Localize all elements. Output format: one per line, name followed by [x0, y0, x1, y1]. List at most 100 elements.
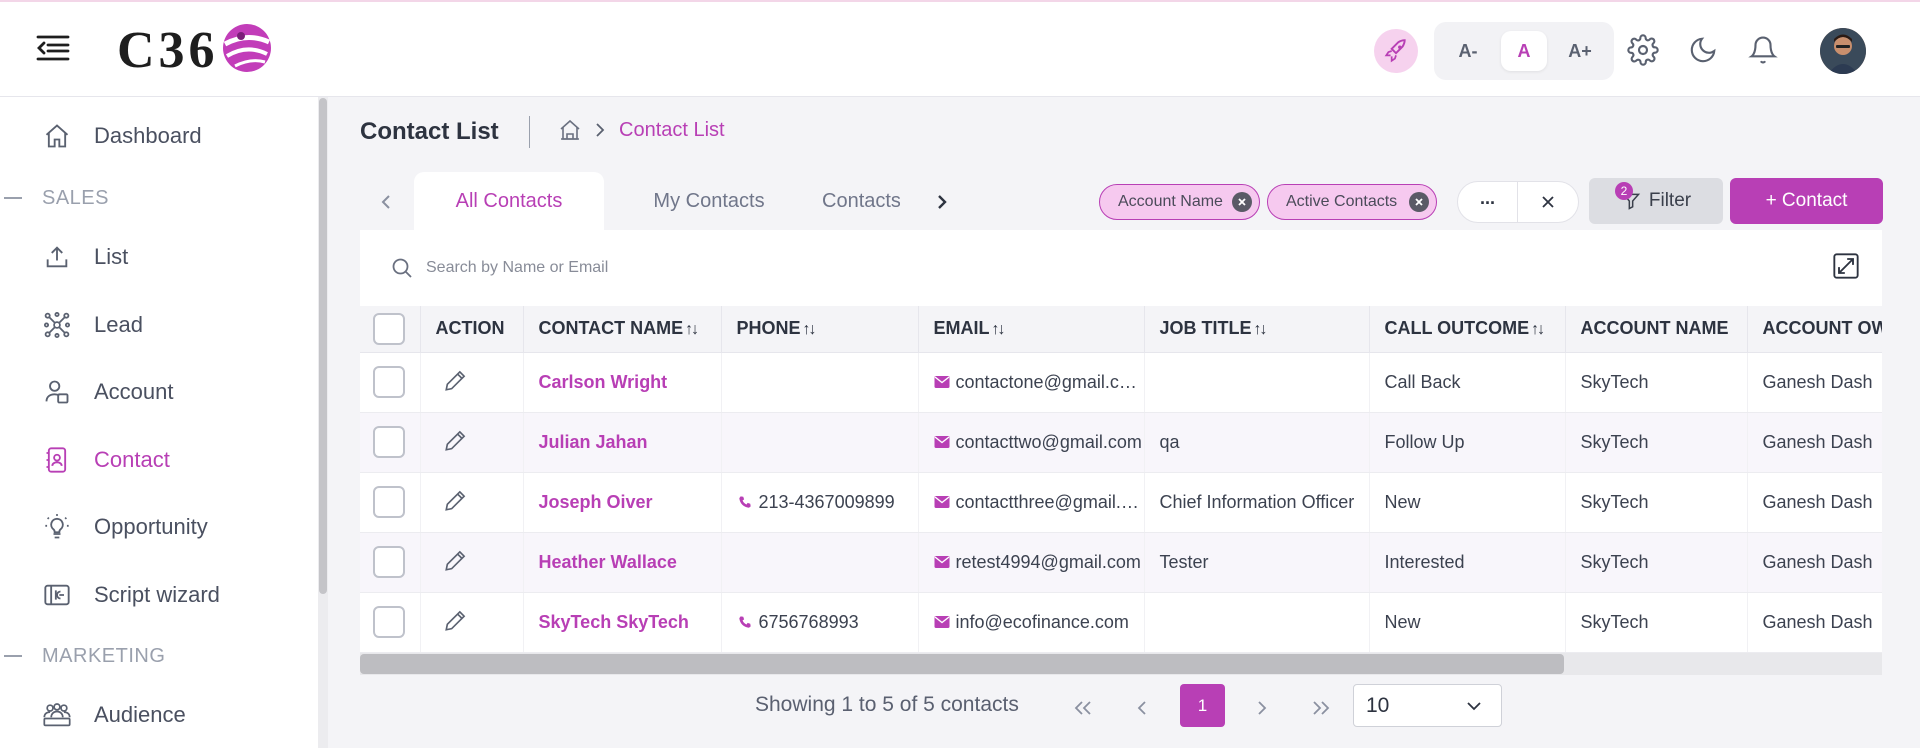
- contact-name-link[interactable]: Joseph Oiver: [539, 492, 653, 512]
- breadcrumb-home-icon[interactable]: [558, 118, 582, 142]
- contact-name-cell: SkyTech SkyTech: [523, 592, 722, 653]
- table-scrollbar-thumb[interactable]: [360, 654, 1564, 674]
- edit-pencil-icon[interactable]: [443, 550, 469, 577]
- rocket-button[interactable]: [1374, 29, 1418, 73]
- select-all-checkbox[interactable]: [373, 312, 405, 345]
- menu-toggle-icon[interactable]: [36, 34, 70, 62]
- row-checkbox[interactable]: [373, 546, 405, 578]
- sidebar-item-opportunity[interactable]: Opportunity: [0, 502, 318, 552]
- sidebar-item-audience[interactable]: Audience: [0, 690, 318, 740]
- tab-all-contacts[interactable]: All Contacts: [414, 172, 604, 230]
- next-page-icon[interactable]: [1240, 686, 1284, 730]
- filter-chip-active-contacts[interactable]: Active Contacts: [1267, 184, 1437, 220]
- account-owner-cell: Ganesh Dash: [1747, 472, 1882, 533]
- email-value[interactable]: contacttwo@gmail.com: [956, 432, 1142, 452]
- clear-filters-button[interactable]: [1518, 182, 1578, 222]
- sidebar-item-contact[interactable]: Contact: [0, 435, 318, 485]
- table-row: Carlson Wright contactone@gmail.com Call B…: [360, 352, 1882, 413]
- edit-pencil-icon[interactable]: [443, 610, 469, 637]
- add-contact-button[interactable]: + Contact: [1730, 178, 1883, 224]
- email-value[interactable]: contactone@gmail.com: [956, 372, 1144, 392]
- settings-gear-icon[interactable]: [1627, 34, 1659, 66]
- font-default-button[interactable]: A: [1501, 31, 1547, 71]
- tab-contacts[interactable]: Contacts: [822, 172, 900, 230]
- row-checkbox[interactable]: [373, 426, 405, 458]
- phone-value[interactable]: 6756768993: [759, 612, 859, 632]
- previous-page-icon[interactable]: [1120, 686, 1164, 730]
- email-value[interactable]: info@ecofinance.com: [956, 612, 1129, 632]
- brand-logo[interactable]: C36: [117, 20, 273, 80]
- search-input[interactable]: [426, 250, 1026, 286]
- chip-remove-icon[interactable]: [1232, 192, 1252, 212]
- sidebar-item-dashboard[interactable]: Dashboard: [0, 111, 318, 161]
- account-name-cell: SkyTech: [1565, 592, 1748, 653]
- sidebar-item-label: Dashboard: [94, 123, 202, 148]
- dark-mode-moon-icon[interactable]: [1687, 34, 1719, 66]
- tab-scroll-right-icon[interactable]: [932, 192, 952, 212]
- account-owner-cell: Ganesh Dash: [1747, 532, 1882, 593]
- email-value[interactable]: contactthree@gmail.com: [956, 492, 1144, 512]
- tab-scroll-left-icon[interactable]: [376, 192, 396, 212]
- contact-name-link[interactable]: Julian Jahan: [539, 432, 648, 452]
- row-checkbox[interactable]: [373, 366, 405, 398]
- email-value[interactable]: retest4994@gmail.com: [956, 552, 1141, 572]
- sidebar-item-account[interactable]: Account: [0, 367, 318, 417]
- sidebar-item-list[interactable]: List: [0, 232, 318, 282]
- first-page-icon[interactable]: [1060, 686, 1104, 730]
- chip-label: Account Name: [1118, 193, 1223, 210]
- filter-chip-account-name[interactable]: Account Name: [1099, 184, 1260, 220]
- column-header-job-title[interactable]: JOB TITLE ↑↓: [1144, 306, 1370, 353]
- edit-pencil-icon[interactable]: [443, 430, 469, 457]
- sort-icon[interactable]: ↑↓: [1254, 321, 1268, 339]
- column-header-email[interactable]: EMAIL ↑↓: [918, 306, 1145, 353]
- page-size-select[interactable]: 10: [1353, 684, 1502, 727]
- phone-value[interactable]: 213-4367009899: [759, 492, 895, 512]
- column-header-account-owner: ACCOUNT OWNER: [1747, 306, 1882, 353]
- font-increase-button[interactable]: A+: [1557, 31, 1603, 71]
- sort-icon[interactable]: ↑↓: [803, 321, 817, 339]
- user-avatar[interactable]: [1820, 28, 1866, 74]
- chip-remove-icon[interactable]: [1409, 192, 1429, 212]
- row-checkbox[interactable]: [373, 606, 405, 638]
- more-label: ...: [1480, 187, 1496, 208]
- column-header-phone[interactable]: PHONE ↑↓: [721, 306, 919, 353]
- edit-pencil-icon[interactable]: [443, 490, 469, 517]
- column-header-call-outcome[interactable]: CALL OUTCOME ↑↓: [1369, 306, 1566, 353]
- table-row: SkyTech SkyTech 6756768993 info@ecofinance…: [360, 592, 1882, 653]
- sort-icon[interactable]: ↑↓: [992, 321, 1006, 339]
- table-horizontal-scrollbar[interactable]: [360, 653, 1882, 675]
- sidebar-item-label: Script wizard: [94, 582, 220, 607]
- last-page-icon[interactable]: [1300, 686, 1344, 730]
- font-decrease-button[interactable]: A-: [1445, 31, 1491, 71]
- sidebar-item-script-wizard[interactable]: Script wizard: [0, 570, 318, 620]
- contact-name-link[interactable]: SkyTech SkyTech: [539, 612, 689, 632]
- sidebar-item-lead[interactable]: Lead: [0, 300, 318, 350]
- section-label: SALES: [42, 186, 109, 209]
- breadcrumb-chevron-icon: [593, 120, 607, 140]
- edit-pencil-icon[interactable]: [443, 370, 469, 397]
- tab-my-contacts[interactable]: My Contacts: [614, 172, 804, 230]
- font-size-controls: A- A A+: [1434, 22, 1614, 80]
- page-title: Contact List: [360, 118, 499, 145]
- job-title-cell: Tester: [1144, 532, 1370, 593]
- email-icon: [934, 492, 956, 512]
- contact-name-cell: Carlson Wright: [523, 352, 722, 413]
- row-checkbox[interactable]: [373, 486, 405, 518]
- breadcrumb-current[interactable]: Contact List: [619, 119, 725, 142]
- column-header-account-name: ACCOUNT NAME: [1565, 306, 1748, 353]
- expand-icon[interactable]: [1832, 252, 1860, 280]
- sort-icon[interactable]: ↑↓: [685, 321, 699, 339]
- contacts-table: ACTION CONTACT NAME ↑↓ PHONE ↑↓ EMAIL ↑↓ JO…: [360, 306, 1882, 674]
- contact-name-link[interactable]: Carlson Wright: [539, 372, 668, 392]
- notification-bell-icon[interactable]: [1747, 34, 1779, 66]
- page-number-button[interactable]: 1: [1180, 684, 1225, 727]
- job-title-cell: [1144, 352, 1370, 413]
- contact-name-link[interactable]: Heather Wallace: [539, 552, 677, 572]
- more-options-button[interactable]: ...: [1458, 182, 1519, 222]
- filter-button[interactable]: 2 Filter: [1589, 178, 1723, 224]
- sidebar-scrollbar-thumb[interactable]: [319, 98, 327, 594]
- sort-icon[interactable]: ↑↓: [1531, 321, 1545, 339]
- column-header-contact-name[interactable]: CONTACT NAME ↑↓: [523, 306, 722, 353]
- call-outcome-cell: Call Back: [1369, 352, 1566, 413]
- chip-label: Active Contacts: [1286, 193, 1398, 210]
